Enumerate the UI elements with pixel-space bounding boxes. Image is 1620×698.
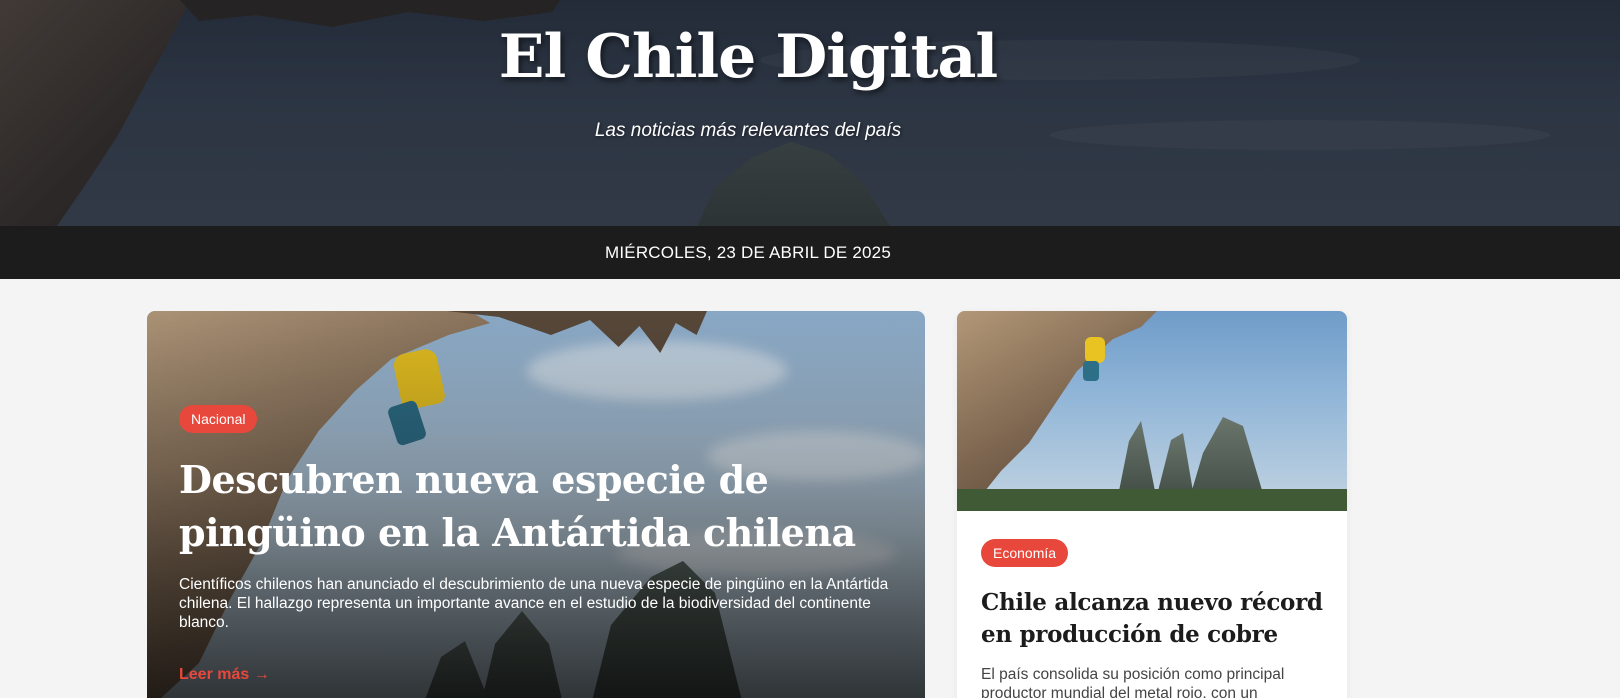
side-article-image (957, 311, 1347, 511)
site-header: El Chile Digital Las noticias más releva… (0, 0, 1620, 226)
side-article-body: Economía Chile alcanza nuevo récord en p… (957, 511, 1347, 698)
featured-content: Nacional Descubren nueva especie de ping… (179, 405, 889, 684)
side-photo-climber-legs (1083, 361, 1099, 381)
featured-summary: Científicos chilenos han anunciado el de… (179, 576, 889, 631)
current-date: MIÉRCOLES, 23 DE ABRIL DE 2025 (605, 242, 891, 262)
category-badge[interactable]: Economía (981, 539, 1069, 567)
site-tagline: Las noticias más relevantes del país (594, 120, 902, 141)
side-article-title[interactable]: Chile alcanza nuevo récord en producción… (981, 587, 1323, 651)
side-article-card[interactable]: Economía Chile alcanza nuevo récord en p… (957, 311, 1347, 698)
featured-article-card[interactable]: Nacional Descubren nueva especie de ping… (147, 311, 925, 698)
date-bar: MIÉRCOLES, 23 DE ABRIL DE 2025 (0, 226, 1620, 279)
featured-title[interactable]: Descubren nueva especie de pingüino en l… (179, 453, 889, 559)
side-article-summary: El país consolida su posición como princ… (981, 666, 1285, 698)
site-title[interactable]: El Chile Digital (0, 22, 1496, 92)
side-photo-foliage (957, 489, 1347, 511)
read-more-link[interactable]: Leer más → (179, 666, 270, 684)
category-badge[interactable]: Nacional (179, 405, 258, 433)
side-photo-climber (1085, 337, 1105, 363)
